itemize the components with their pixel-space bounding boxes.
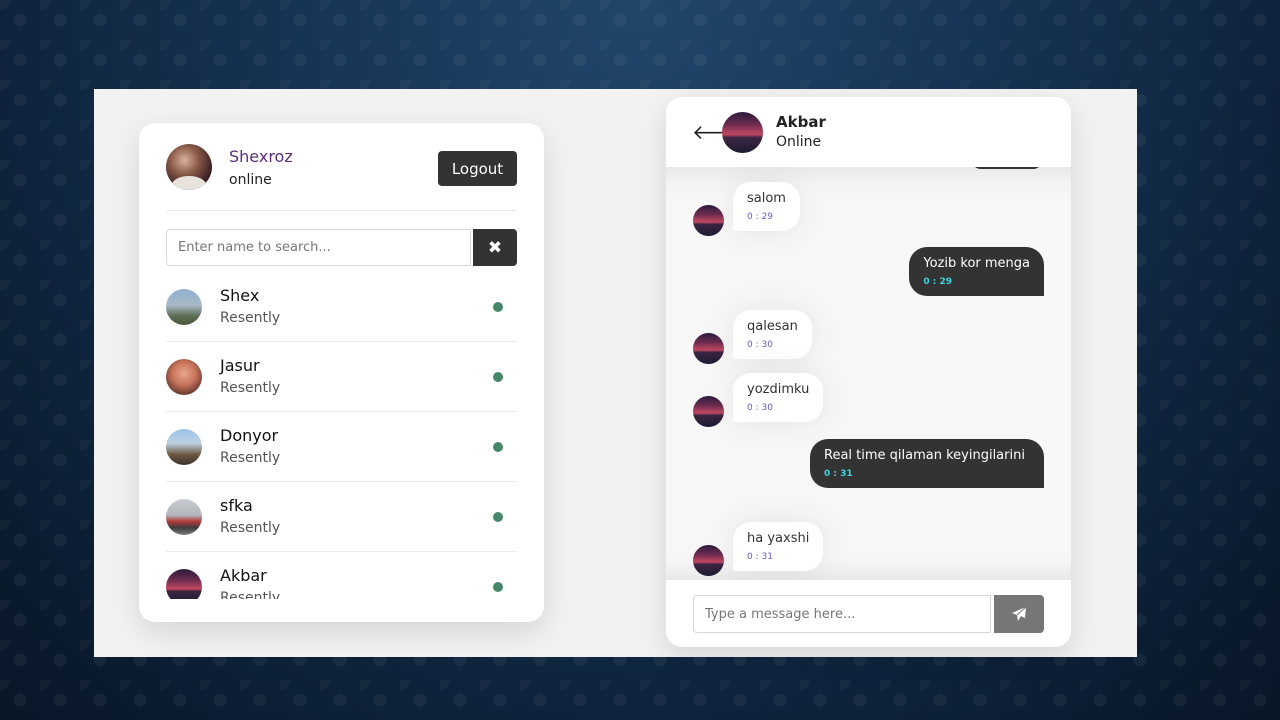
online-status-dot [493,302,503,312]
my-avatar [166,143,212,190]
message-avatar [693,205,724,236]
avatar [166,428,202,465]
back-arrow-icon[interactable]: 🡐 [692,120,746,144]
user-last-message: Resently [220,590,281,599]
message-time: 0 : 30 [747,340,773,350]
avatar [166,288,202,325]
my-info: Shexroz online [229,146,293,191]
user-name: Shex [220,286,260,305]
my-name: Shexroz [229,147,293,166]
message-time: 0 : 29 [747,212,773,222]
my-status: online [229,172,272,188]
search-input[interactable] [166,229,471,266]
list-item-shex[interactable]: Shex Resently [166,272,517,342]
message-text: qalesan [747,319,798,334]
online-status-dot [493,372,503,382]
message-input[interactable] [693,595,991,633]
logout-button[interactable]: Logout [438,151,517,186]
users-list: Shex Resently Jasur Resently Donyor Rese… [166,272,517,599]
list-item-donyor[interactable]: Donyor Resently [166,412,517,482]
typing-area [693,595,1044,633]
outgoing-message: Real time qilaman keyingilarini 0 : 31 [810,439,1044,488]
avatar [166,498,202,535]
user-name: Jasur [220,356,260,375]
message-text: ha yaxshi [747,531,810,546]
message-text: salom [747,191,786,206]
chat-messages[interactable]: salom 0 : 29 Yozib kor menga 0 : 29 qale… [666,167,1071,580]
list-item-akbar[interactable]: Akbar Resently [166,552,517,599]
message-text: Real time qilaman keyingilarini [824,448,1025,463]
message-text: Yozib kor menga [923,256,1030,271]
incoming-message: ha yaxshi 0 : 31 [733,522,824,571]
outgoing-message: Yozib kor menga 0 : 29 [909,247,1044,296]
message-avatar [693,545,724,576]
online-status-dot [493,442,503,452]
message-time: 0 : 31 [747,552,773,562]
message-time: 0 : 30 [747,403,773,413]
message-text: yozdimku [747,382,810,397]
user-name: Akbar [220,566,267,585]
user-last-message: Resently [220,520,281,536]
previous-message-stub [971,167,1043,169]
list-item-sfka[interactable]: sfka Resently [166,482,517,552]
incoming-message: yozdimku 0 : 30 [733,373,824,422]
search-bar: ✖ [166,229,517,266]
incoming-message: salom 0 : 29 [733,182,800,231]
user-last-message: Resently [220,380,281,396]
chat-header: 🡐 Akbar Online [666,97,1071,167]
paper-plane-icon [1012,606,1027,621]
user-name: sfka [220,496,253,515]
chat-panel: 🡐 Akbar Online salom 0 : 29 Yozib kor me… [666,97,1071,647]
user-name: Donyor [220,426,279,445]
message-time: 0 : 31 [824,469,853,479]
users-header: Shexroz online Logout [166,123,517,211]
search-clear-button[interactable]: ✖ [473,229,517,266]
online-status-dot [493,512,503,522]
close-icon: ✖ [487,237,503,258]
list-item-jasur[interactable]: Jasur Resently [166,342,517,412]
send-button[interactable] [994,595,1044,633]
user-last-message: Resently [220,450,281,466]
avatar [166,568,202,599]
online-status-dot [493,582,503,592]
contact-name: Akbar [776,113,826,131]
app-stage: Shexroz online Logout ✖ Shex Resently [94,89,1137,657]
contact-avatar [722,111,763,153]
contact-status: Online [776,134,822,150]
users-panel: Shexroz online Logout ✖ Shex Resently [139,123,544,622]
incoming-message: qalesan 0 : 30 [733,310,812,359]
user-last-message: Resently [220,310,281,326]
avatar [166,358,202,395]
message-time: 0 : 29 [923,277,953,287]
message-avatar [693,396,724,427]
message-avatar [693,333,724,364]
